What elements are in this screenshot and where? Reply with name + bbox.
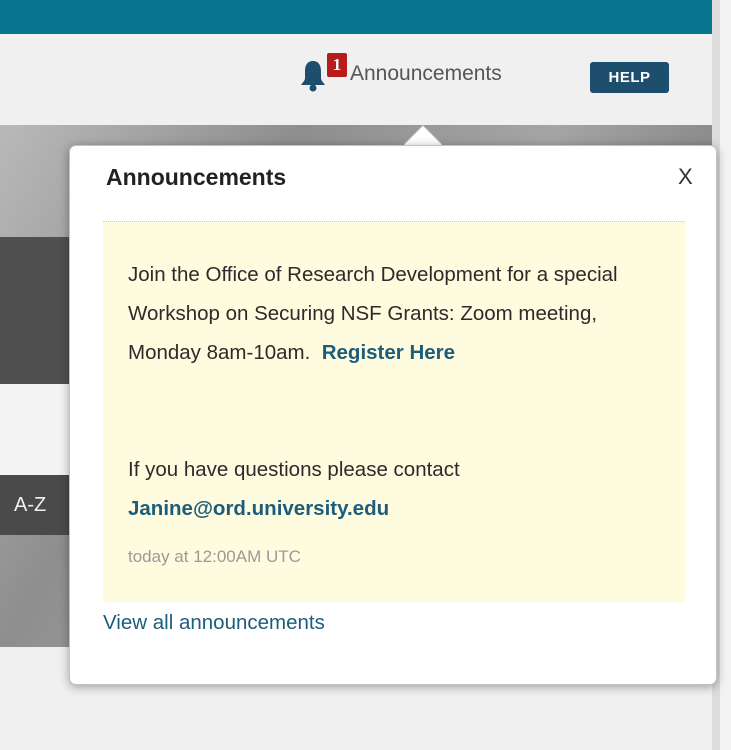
announcement-timestamp: today at 12:00AM UTC <box>128 547 301 566</box>
top-bar <box>0 0 720 34</box>
popover-arrow <box>404 126 442 145</box>
right-rail-edge <box>720 0 731 750</box>
view-all-link[interactable]: View all announcements <box>103 611 325 635</box>
contact-text: If you have questions please contact <box>128 458 460 481</box>
light-panel <box>0 384 70 475</box>
announcement-card: Join the Office of Research Development … <box>103 221 685 602</box>
email-link[interactable]: Janine@ord.university.edu <box>128 497 389 520</box>
announcement-message: Join the Office of Research Development … <box>128 255 673 372</box>
popover-title: Announcements <box>106 164 287 190</box>
contact-info: If you have questions please contact Jani… <box>128 450 673 528</box>
help-button[interactable]: HELP <box>590 62 669 93</box>
announcements-link[interactable]: Announcements <box>350 62 502 86</box>
close-button[interactable]: X <box>678 164 693 190</box>
announcements-popover: Announcements X Join the Office of Resea… <box>69 145 717 685</box>
az-tab[interactable]: A-Z <box>0 475 70 535</box>
bell-icon[interactable] <box>298 58 328 92</box>
notification-badge: 1 <box>327 53 347 77</box>
register-link[interactable]: Register Here <box>322 341 455 364</box>
dark-panel <box>0 237 70 384</box>
